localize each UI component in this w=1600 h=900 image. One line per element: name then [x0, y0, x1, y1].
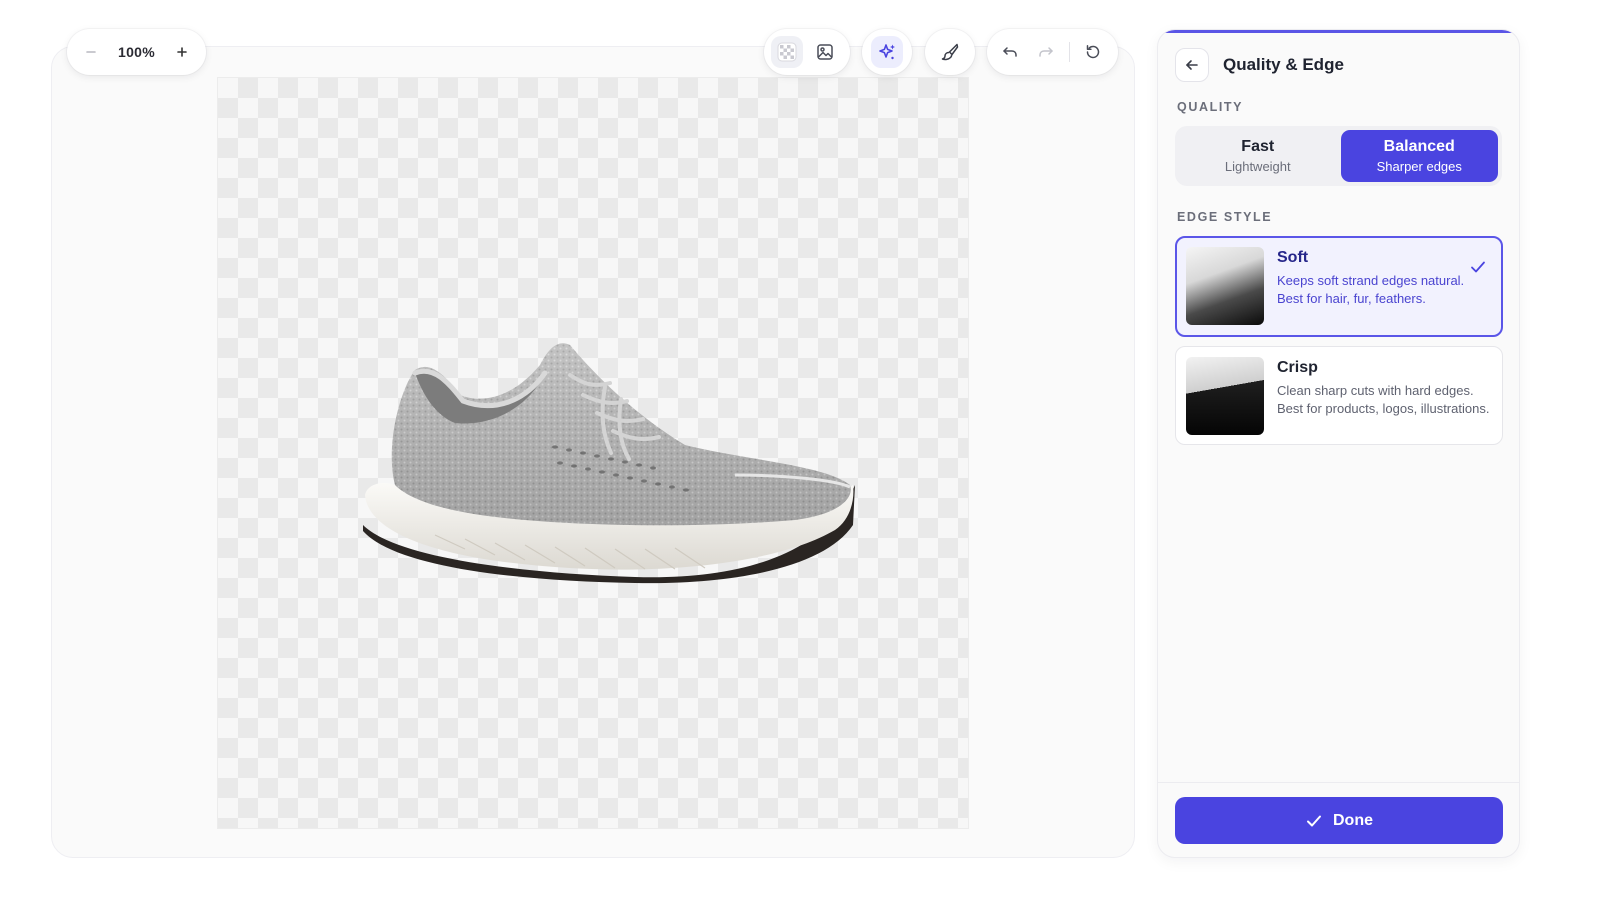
image-bg-icon: [817, 44, 833, 60]
quality-section-label: QUALITY: [1177, 100, 1244, 114]
done-label: Done: [1333, 811, 1373, 829]
quality-selector: Fast Lightweight Balanced Sharper edges: [1175, 126, 1502, 186]
zoom-level: 100%: [117, 44, 155, 60]
card-title: Soft: [1277, 249, 1309, 266]
card-description: Keeps soft strand edges natural. Best fo…: [1277, 273, 1465, 306]
brush-icon: [941, 43, 959, 61]
reset-button[interactable]: [1077, 36, 1109, 68]
panel-header: Quality & Edge: [1175, 48, 1344, 82]
undo-icon: [1003, 47, 1017, 57]
option-title: Balanced: [1383, 138, 1455, 155]
option-subtitle: Sharper edges: [1376, 159, 1462, 174]
redo-icon: [1039, 47, 1053, 57]
crisp-edge-preview: [1186, 357, 1264, 435]
arrow-left-icon: [1186, 60, 1198, 70]
panel-title: Quality & Edge: [1223, 55, 1344, 74]
plus-icon: [177, 47, 187, 57]
quality-edge-panel: Quality & Edge QUALITY Fast Lightweight …: [1157, 29, 1520, 858]
undo-button[interactable]: [994, 36, 1026, 68]
zoom-in-button[interactable]: [170, 40, 194, 64]
image-bg-button[interactable]: [809, 36, 841, 68]
soft-edge-preview: [1186, 247, 1264, 325]
background-toggle: [764, 29, 850, 75]
quality-option-fast[interactable]: Fast Lightweight: [1179, 130, 1337, 182]
panel-accent-bar: [1158, 30, 1519, 33]
card-description: Clean sharp cuts with hard edges. Best f…: [1277, 383, 1490, 416]
back-button[interactable]: [1175, 48, 1209, 82]
card-body: Crisp Clean sharp cuts with hard edges. …: [1277, 357, 1492, 434]
quality-option-balanced[interactable]: Balanced Sharper edges: [1340, 130, 1498, 182]
edge-option-soft[interactable]: Soft Keeps soft strand edges natural. Be…: [1175, 236, 1503, 337]
edge-style-section-label: EDGE STYLE: [1177, 210, 1273, 224]
minus-icon: [86, 51, 96, 53]
ai-tool-group: [862, 29, 912, 75]
checkmark-icon: [1471, 261, 1485, 273]
card-title: Crisp: [1277, 359, 1318, 376]
option-subtitle: Lightweight: [1224, 159, 1291, 174]
reset-icon: [1086, 45, 1100, 59]
transparent-bg-icon: [777, 42, 797, 62]
zoom-control: 100%: [67, 29, 206, 75]
option-title: Fast: [1241, 138, 1275, 155]
redo-button[interactable]: [1030, 36, 1062, 68]
check-icon: [1307, 815, 1321, 826]
brush-button[interactable]: [934, 36, 966, 68]
shoe-image[interactable]: [355, 335, 865, 585]
sparkle-icon: [879, 44, 895, 60]
brush-tool-group: [925, 29, 975, 75]
footer-divider: [1158, 782, 1519, 783]
transparent-bg-button[interactable]: [771, 36, 803, 68]
zoom-out-button[interactable]: [79, 40, 103, 64]
edge-option-crisp[interactable]: Crisp Clean sharp cuts with hard edges. …: [1175, 346, 1503, 445]
history-controls: [987, 29, 1118, 75]
card-body: Soft Keeps soft strand edges natural. Be…: [1277, 247, 1492, 326]
done-button[interactable]: Done: [1175, 797, 1503, 844]
toolbar-divider: [1069, 42, 1070, 62]
magic-button[interactable]: [871, 36, 903, 68]
